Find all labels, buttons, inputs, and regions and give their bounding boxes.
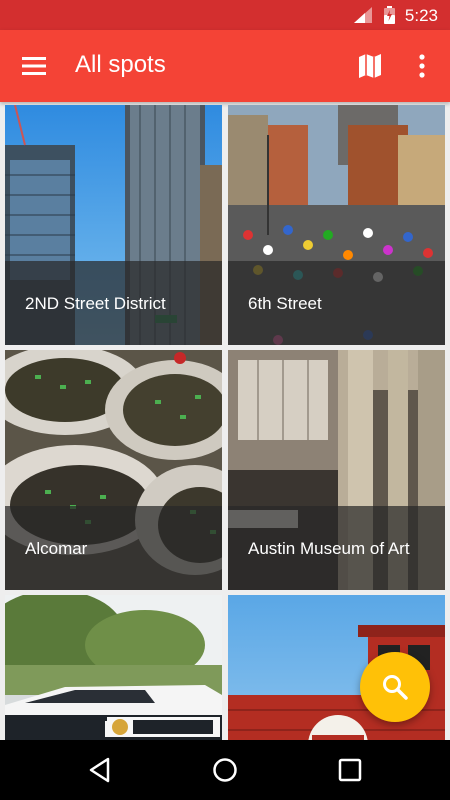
map-icon[interactable]	[355, 52, 385, 80]
spot-card-2nd-street[interactable]: 2ND Street District	[5, 105, 222, 345]
status-bar: 5:23	[0, 0, 450, 30]
system-nav-bar	[0, 740, 450, 800]
spot-photo-police	[5, 595, 222, 740]
app-bar: All spots	[0, 30, 450, 102]
spot-card-alcomar[interactable]: Alcomar	[5, 350, 222, 590]
spot-card-6th-street[interactable]: 6th Street	[228, 105, 445, 345]
search-fab-button[interactable]	[360, 652, 430, 722]
spot-card-austin-museum-of-art[interactable]: Austin Museum of Art	[228, 350, 445, 590]
spot-name: Austin Museum of Art	[248, 539, 410, 558]
page-title: All spots	[75, 51, 166, 78]
battery-icon	[384, 6, 395, 24]
spot-name: 2ND Street District	[25, 294, 166, 313]
search-icon	[383, 675, 408, 700]
recents-icon[interactable]	[336, 756, 364, 784]
menu-icon[interactable]	[20, 53, 48, 79]
spot-card-police[interactable]	[5, 595, 222, 740]
spots-grid: 2ND Street District 6th Street Alcomar A…	[0, 102, 450, 740]
home-icon[interactable]	[211, 756, 239, 784]
more-vert-icon[interactable]	[410, 50, 434, 82]
status-time: 5:23	[404, 6, 438, 25]
spot-name: 6th Street	[248, 294, 322, 313]
back-icon[interactable]	[86, 756, 114, 784]
spot-caption: Austin Museum of Art	[228, 506, 445, 590]
spot-caption: 2ND Street District	[5, 261, 222, 345]
spot-caption: Alcomar	[5, 506, 222, 590]
spot-name: Alcomar	[25, 539, 88, 558]
spot-caption: 6th Street	[228, 261, 445, 345]
signal-icon	[354, 7, 372, 23]
